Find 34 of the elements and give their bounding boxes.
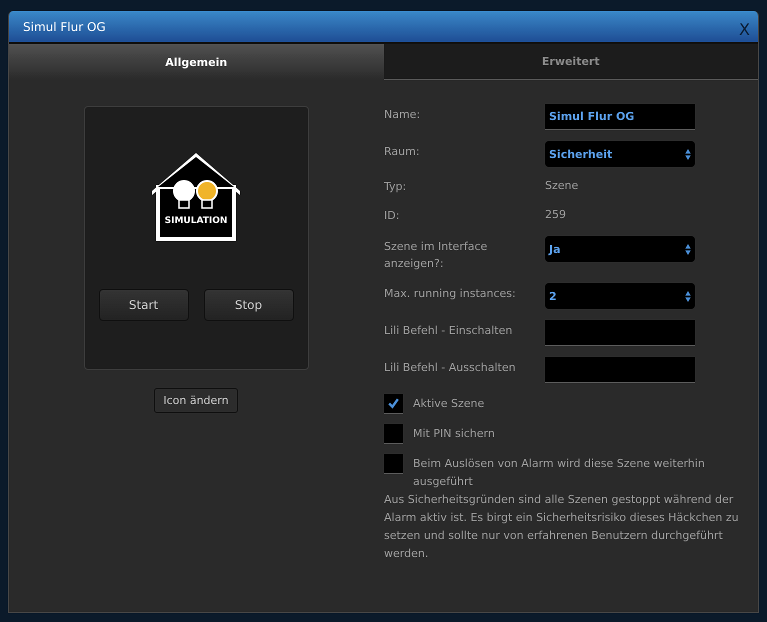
scene-button[interactable]: Start	[98, 289, 188, 321]
field-label: ID:	[384, 208, 400, 224]
warning-text: Aus Sicherheitsgründen sind alle Szenen gestoppt während der Alarm aktiv ist. Es birgt ein Sicherheitsrisiko dieses Häckchen zu setzen und sollte nur von erfahrenen Benutzern durchgeführt werden.	[384, 492, 740, 562]
checkbox-label: Aktive Szene	[413, 396, 486, 412]
tab[interactable]: Allgemein	[9, 44, 384, 80]
checkbox-label: Mit PIN sichern	[413, 426, 496, 442]
field-value: 259	[545, 207, 566, 223]
stepper-arrows-icon	[685, 290, 691, 302]
select-field[interactable]: Sicherheit	[545, 141, 695, 167]
input-field[interactable]	[545, 320, 695, 346]
field-label: Raum:	[384, 144, 421, 160]
checkbox-label: Beim Auslösen von Alarm wird diese Szene weiterhin ausgeführt	[413, 456, 706, 490]
scene-button[interactable]: Stop	[204, 289, 294, 321]
field-label: Typ:	[384, 179, 408, 195]
checkbox[interactable]	[384, 424, 403, 444]
checkbox[interactable]	[384, 454, 403, 474]
field-label: Max. running instances:	[384, 286, 517, 302]
checkmark-icon	[387, 397, 400, 410]
field-label: Name:	[384, 107, 422, 123]
select-field[interactable]: Ja	[545, 236, 695, 262]
field-label: Lili Befehl - Einschalten	[384, 323, 514, 339]
tab[interactable]: Erweitert	[384, 44, 758, 80]
field-label: Szene im Interface anzeigen?:	[384, 239, 488, 272]
icon-caption: SIMULATION	[164, 216, 228, 226]
select-field[interactable]: 2	[545, 283, 695, 309]
stepper-arrows-icon	[685, 244, 691, 254]
stepper-arrows-icon	[685, 148, 691, 160]
window-title: Simul Flur OG	[23, 20, 106, 34]
field-value: Szene	[545, 178, 578, 194]
change-icon-button[interactable]: Icon ändern	[154, 388, 238, 413]
input-field[interactable]	[545, 357, 695, 383]
checkbox[interactable]	[384, 394, 403, 414]
input-field[interactable]: Simul Flur OG	[545, 104, 695, 130]
field-label: Lili Befehl - Ausschalten	[384, 360, 517, 376]
